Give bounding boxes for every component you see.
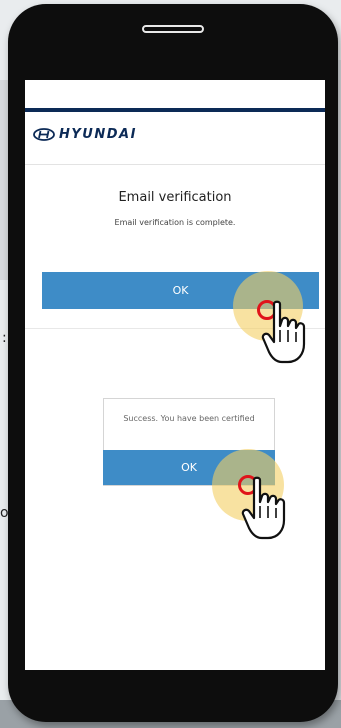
page-message: Email verification is complete. xyxy=(114,218,236,227)
hyundai-logo-icon xyxy=(33,128,55,141)
background-text-fragment: : xyxy=(2,330,7,346)
page-title: Email verification xyxy=(118,190,232,205)
hand-pointer-icon xyxy=(241,476,286,540)
brand-name: HYUNDAI xyxy=(59,127,137,142)
header-bar xyxy=(25,108,325,112)
phone-screen: HYUNDAI Email verification Email verific… xyxy=(25,80,325,670)
alert-message: Success. You have been certified xyxy=(123,414,255,423)
divider xyxy=(25,164,325,165)
phone-speaker xyxy=(142,25,204,33)
brand-logo: HYUNDAI xyxy=(33,127,137,142)
hand-pointer-icon xyxy=(261,300,306,364)
